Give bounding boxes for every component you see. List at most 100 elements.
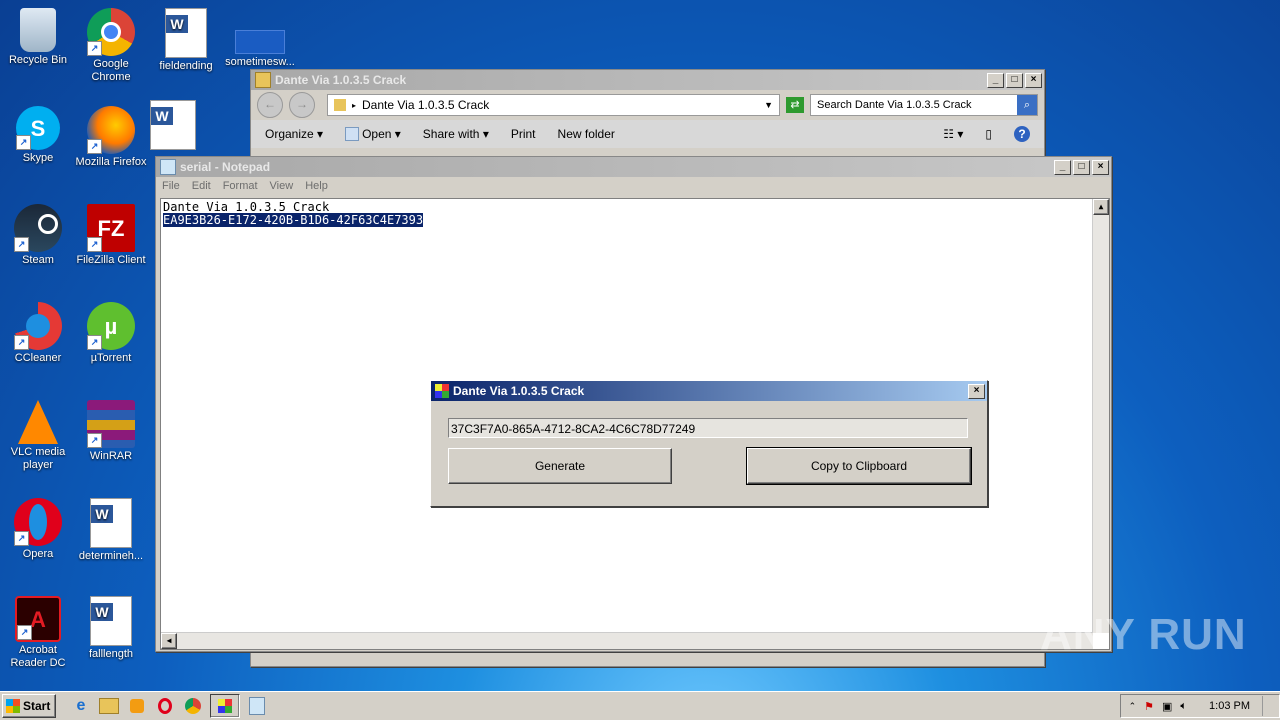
desktop-icon-fieldending[interactable]: W fieldending — [148, 4, 224, 73]
vertical-scrollbar[interactable]: ▲ — [1092, 199, 1109, 633]
folder-icon-partial[interactable]: W — [150, 100, 196, 150]
taskbar-keygen-button[interactable] — [210, 694, 240, 718]
desktop-icon-vlc[interactable]: VLC media player — [0, 396, 76, 472]
windows-logo-icon — [6, 699, 20, 713]
word-document-icon: W — [90, 596, 132, 646]
taskbar: Start e ⌃ ⚑ ▣ 🔈︎ 1:03 PM — [0, 691, 1280, 720]
organize-button[interactable]: Organize ▾ — [265, 127, 323, 141]
firefox-icon: ↗ — [87, 106, 135, 154]
close-button[interactable]: × — [1025, 72, 1042, 88]
selected-text: EA9E3B26-E172-420B-B1D6-42F63C4E7393 — [163, 213, 424, 227]
minimize-button[interactable]: _ — [1054, 159, 1071, 175]
search-box[interactable]: Search Dante Via 1.0.3.5 Crack ⌕ — [810, 94, 1038, 116]
opera-icon: ↗ — [14, 498, 62, 546]
steam-icon: ↗ — [14, 204, 62, 252]
acrobat-icon: A ↗ — [15, 596, 61, 642]
opera-icon[interactable] — [154, 695, 176, 717]
close-button[interactable]: × — [968, 383, 985, 399]
word-document-icon: W — [165, 8, 207, 58]
notepad-titlebar[interactable]: serial - Notepad _ □ × — [156, 157, 1111, 177]
desktop-icon-label: Acrobat Reader DC — [10, 644, 66, 669]
recycle-bin-icon — [20, 8, 56, 52]
serial-value: 37C3F7A0-865A-4712-8CA2-4C6C78D77249 — [451, 422, 696, 436]
back-button[interactable]: ← — [257, 92, 283, 118]
desktop-icon-label: CCleaner — [14, 352, 62, 364]
generate-button[interactable]: Generate — [448, 448, 672, 484]
desktop-icon-recycle-bin[interactable]: Recycle Bin — [0, 4, 76, 67]
notepad-taskbar-icon[interactable] — [246, 695, 268, 717]
vlc-cone-icon — [18, 400, 58, 444]
search-placeholder: Search Dante Via 1.0.3.5 Crack — [817, 99, 972, 111]
skype-icon: S ↗ — [16, 106, 60, 150]
scroll-up-arrow-icon[interactable]: ▲ — [1093, 199, 1109, 215]
desktop-icon-sometimesw[interactable]: sometimesw... — [222, 4, 298, 69]
close-button[interactable]: × — [1092, 159, 1109, 175]
menu-file[interactable]: File — [162, 180, 180, 192]
desktop-icon-winrar[interactable]: ↗ WinRAR — [73, 396, 149, 463]
open-button[interactable]: Open ▾ — [345, 127, 401, 142]
chevron-down-icon[interactable]: ▼ — [764, 100, 773, 110]
keygen-dialog: Dante Via 1.0.3.5 Crack × 37C3F7A0-865A-… — [430, 380, 988, 507]
maximize-button[interactable]: □ — [1006, 72, 1023, 88]
network-icon[interactable]: ▣ — [1162, 700, 1172, 713]
desktop-icon-acrobat[interactable]: A ↗ Acrobat Reader DC — [0, 592, 76, 670]
desktop-icon-google-chrome[interactable]: ↗ Google Chrome — [73, 4, 149, 84]
system-tray: ⌃ ⚑ ▣ 🔈︎ 1:03 PM — [1119, 694, 1280, 718]
desktop-icon-ccleaner[interactable]: ↗ CCleaner — [0, 298, 76, 365]
desktop-icon-filezilla[interactable]: FZ ↗ FileZilla Client — [73, 200, 149, 267]
preview-pane-icon[interactable]: ▯ — [985, 127, 992, 141]
desktop-icon-opera[interactable]: ↗ Opera — [0, 494, 76, 561]
desktop-icon-utorrent[interactable]: µ ↗ µTorrent — [73, 298, 149, 365]
chrome-icon[interactable] — [182, 695, 204, 717]
clock[interactable]: 1:03 PM — [1209, 700, 1250, 712]
ccleaner-icon: ↗ — [14, 302, 62, 350]
explorer-title: Dante Via 1.0.3.5 Crack — [275, 73, 407, 87]
desktop-icon-label: Steam — [22, 254, 54, 266]
breadcrumb-arrow-icon: ▸ — [352, 100, 357, 110]
desktop-icon-label: sometimesw... — [225, 56, 295, 68]
desktop-icon-label: Opera — [22, 548, 54, 560]
utorrent-icon: µ ↗ — [87, 302, 135, 350]
desktop-icon-determineh[interactable]: W determineh... — [73, 494, 149, 563]
media-player-icon[interactable] — [126, 695, 148, 717]
desktop-icon-label: Mozilla Firefox — [75, 156, 147, 168]
print-button[interactable]: Print — [511, 127, 536, 141]
horizontal-scrollbar[interactable]: ◀ — [161, 632, 1093, 649]
desktop-icon-label: FileZilla Client — [76, 254, 146, 266]
new-folder-button[interactable]: New folder — [558, 127, 615, 141]
show-hidden-icons-icon[interactable]: ⌃ — [1129, 701, 1137, 712]
ie-icon[interactable]: e — [70, 695, 92, 717]
keygen-titlebar[interactable]: Dante Via 1.0.3.5 Crack × — [431, 381, 987, 401]
start-button[interactable]: Start — [2, 694, 56, 718]
menu-view[interactable]: View — [270, 180, 294, 192]
desktop-icon-label: falllength — [88, 648, 134, 660]
volume-icon[interactable]: 🔈︎ — [1180, 700, 1187, 713]
desktop-icon-label: determineh... — [78, 550, 144, 562]
menu-format[interactable]: Format — [223, 180, 258, 192]
view-options-icon[interactable]: ☷ ▾ — [943, 127, 963, 141]
menu-edit[interactable]: Edit — [192, 180, 211, 192]
desktop-icon-falllength[interactable]: W falllength — [73, 592, 149, 661]
desktop-icon-label: Skype — [22, 152, 54, 164]
desktop-icon-mozilla-firefox[interactable]: ↗ Mozilla Firefox — [73, 102, 149, 169]
maximize-button[interactable]: □ — [1073, 159, 1090, 175]
share-with-button[interactable]: Share with ▾ — [423, 127, 489, 141]
scroll-left-arrow-icon[interactable]: ◀ — [161, 633, 177, 649]
desktop-icon-label: VLC media player — [10, 446, 66, 471]
explorer-icon[interactable] — [98, 695, 120, 717]
search-icon[interactable]: ⌕ — [1017, 95, 1037, 115]
forward-button[interactable]: → — [289, 92, 315, 118]
desktop-icon-skype[interactable]: S ↗ Skype — [0, 102, 76, 165]
action-center-icon[interactable]: ⚑ — [1144, 700, 1154, 713]
explorer-titlebar[interactable]: Dante Via 1.0.3.5 Crack _ □ × — [251, 70, 1044, 90]
copy-to-clipboard-button[interactable]: Copy to Clipboard — [746, 447, 972, 485]
address-bar[interactable]: ▸ Dante Via 1.0.3.5 Crack ▼ — [327, 94, 780, 116]
show-desktop-button[interactable] — [1262, 696, 1271, 716]
explorer-toolbar: Organize ▾ Open ▾ Share with ▾ Print New… — [251, 120, 1044, 148]
desktop-icon-steam[interactable]: ↗ Steam — [0, 200, 76, 267]
help-icon[interactable]: ? — [1014, 126, 1030, 142]
menu-help[interactable]: Help — [305, 180, 328, 192]
refresh-icon[interactable]: ⇄ — [786, 97, 804, 113]
serial-field[interactable]: 37C3F7A0-865A-4712-8CA2-4C6C78D77249 — [448, 418, 968, 438]
minimize-button[interactable]: _ — [987, 72, 1004, 88]
